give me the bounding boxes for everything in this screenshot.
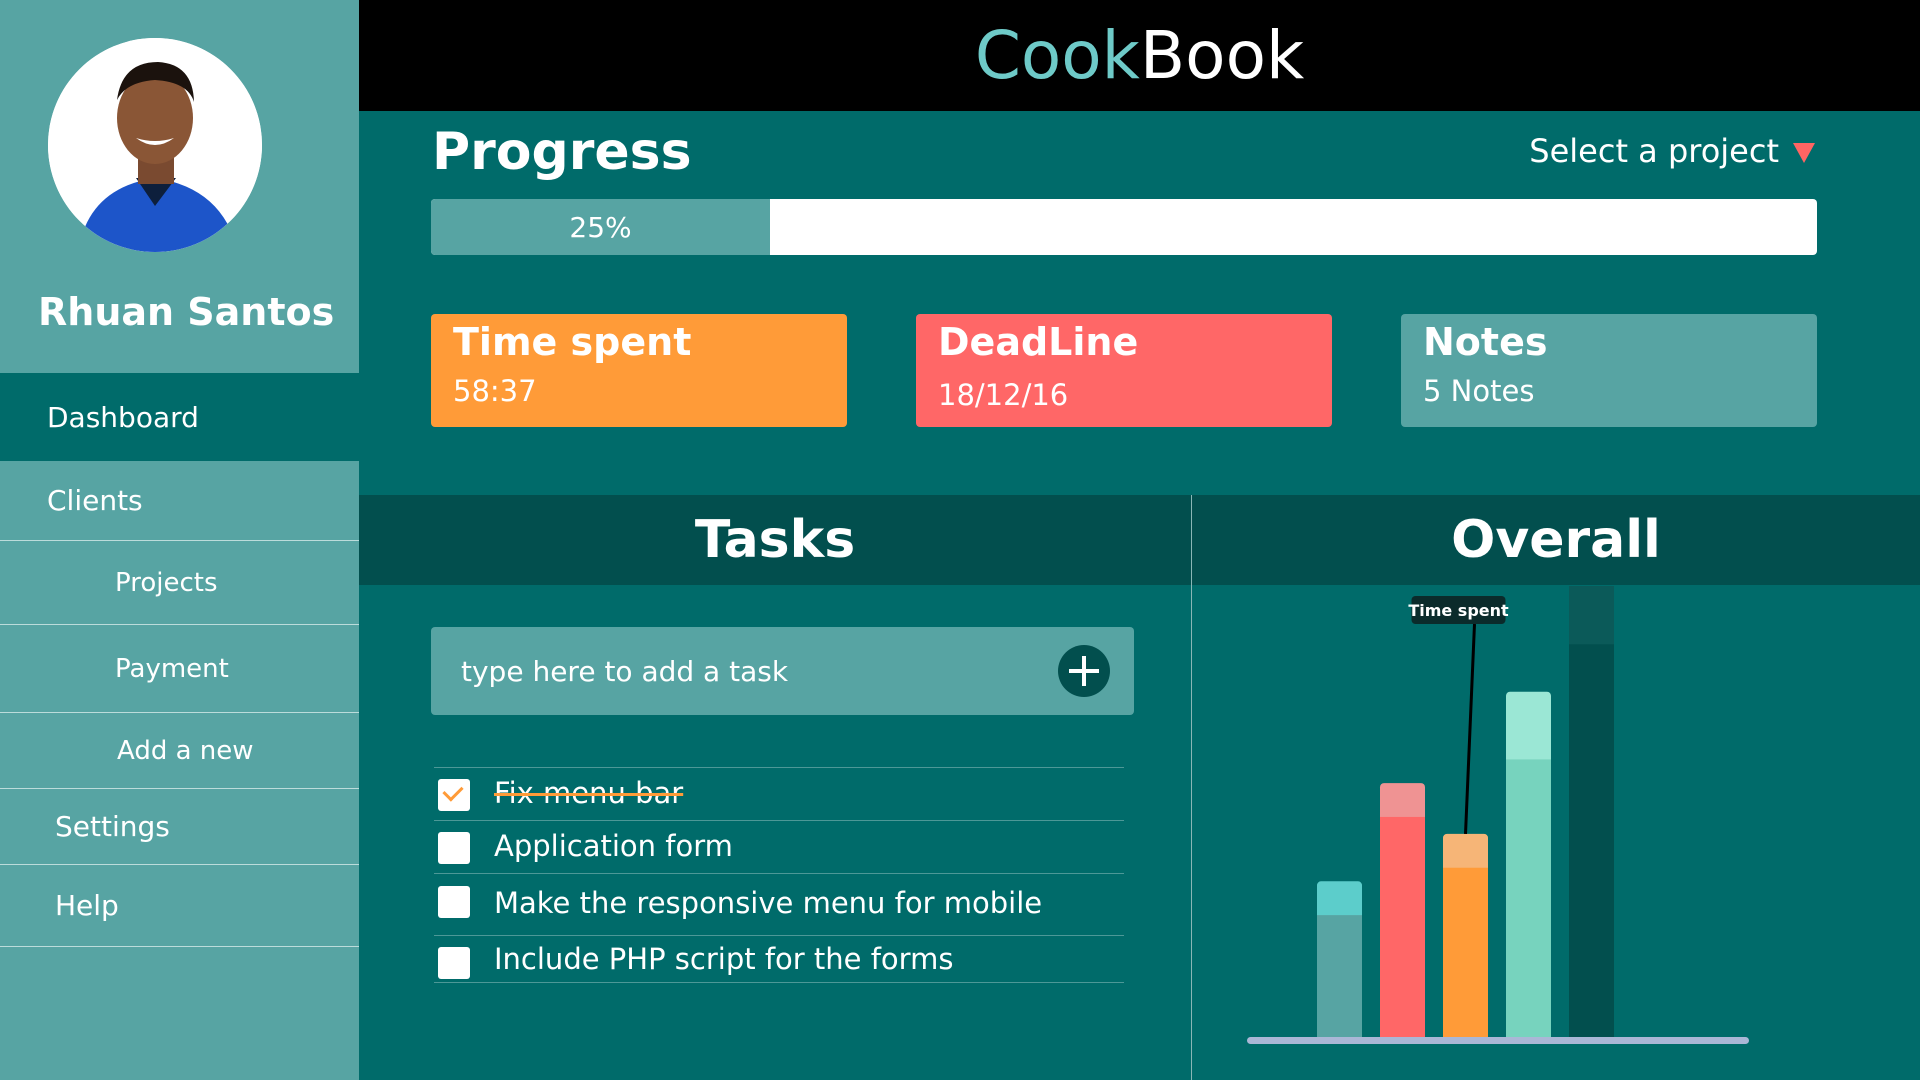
task-checkbox[interactable] [438,947,470,979]
app-logo[interactable]: CookBook [975,17,1304,94]
nav-label: Add a new [117,735,254,766]
task-row: Application form [434,820,1124,873]
avatar[interactable] [48,38,262,252]
card-value: 5 Notes [1423,374,1535,408]
nav-item-clients[interactable]: Clients [0,461,359,541]
tooltip-label: Time spent [1408,601,1509,620]
overall-chart: Time spent [1247,586,1749,1044]
dropdown-arrow-icon [1793,143,1815,163]
task-text: Make the responsive menu for mobile [494,886,1043,920]
logo-part-book: Book [1139,17,1305,94]
add-task-button[interactable] [1058,645,1110,697]
nav-item-payment[interactable]: Payment [0,625,359,713]
overall-title: Overall [1451,510,1661,570]
card-value: 58:37 [453,374,537,408]
deadline-card[interactable]: DeadLine 18/12/16 [916,314,1332,427]
chart-bar-top [1506,691,1551,766]
nav-label: Help [55,889,119,922]
project-select-label: Select a project [1529,132,1779,170]
task-row: Make the responsive menu for mobile [434,873,1124,935]
chart-bar [1506,759,1551,1037]
task-checkbox[interactable] [438,832,470,864]
task-checkbox[interactable] [438,886,470,918]
nav-label: Settings [55,810,170,843]
time-spent-card[interactable]: Time spent 58:37 [431,314,847,427]
chart-bar [1317,915,1362,1037]
top-header: CookBook [359,0,1920,111]
progress-title: Progress [432,122,692,182]
progress-percent-label: 25% [569,210,632,244]
checkmark-icon [442,780,464,802]
nav-item-projects[interactable]: Projects [0,541,359,625]
card-title: Time spent [453,320,692,364]
profile-panel: Rhuan Santos [0,0,359,373]
task-row: Include PHP script for the forms [434,935,1124,983]
card-title: Notes [1423,320,1548,364]
notes-card[interactable]: Notes 5 Notes [1401,314,1817,427]
nav-label: Clients [47,484,143,517]
tasks-title: Tasks [694,510,856,570]
nav-item-settings[interactable]: Settings [0,789,359,865]
avatar-photo [48,38,262,252]
nav-item-dashboard[interactable]: Dashboard [0,373,359,461]
nav-label: Payment [115,653,229,684]
nav-item-help[interactable]: Help [0,865,359,947]
chart-bar [1443,867,1488,1037]
card-value: 18/12/16 [938,378,1069,412]
user-name: Rhuan Santos [38,290,335,334]
card-title: DeadLine [938,320,1139,364]
sidebar: Rhuan Santos Dashboard Clients Projects … [0,0,359,1080]
chart-bar-top [1569,586,1614,651]
chart-bar [1380,816,1425,1037]
progress-bar: 25% [431,199,1817,255]
tooltip-pointer [1464,623,1476,834]
task-text: Fix menu bar [494,776,684,810]
task-input[interactable] [461,627,1041,715]
task-text: Include PHP script for the forms [494,942,954,976]
task-input-box [431,627,1134,715]
chart-baseline [1247,1037,1749,1044]
nav-item-add-new[interactable]: Add a new [0,713,359,789]
project-select-dropdown[interactable]: Select a project [1529,132,1815,170]
task-checkbox[interactable] [438,779,470,811]
chart-bar [1569,644,1614,1037]
task-row: Fix menu bar [434,767,1124,820]
nav-label: Projects [115,567,218,598]
progress-fill: 25% [431,199,770,255]
task-text: Application form [494,829,733,863]
overall-header: Overall [1192,495,1920,585]
nav-label: Dashboard [47,400,199,434]
tasks-header: Tasks [359,495,1191,585]
logo-part-cook: Cook [974,17,1140,94]
